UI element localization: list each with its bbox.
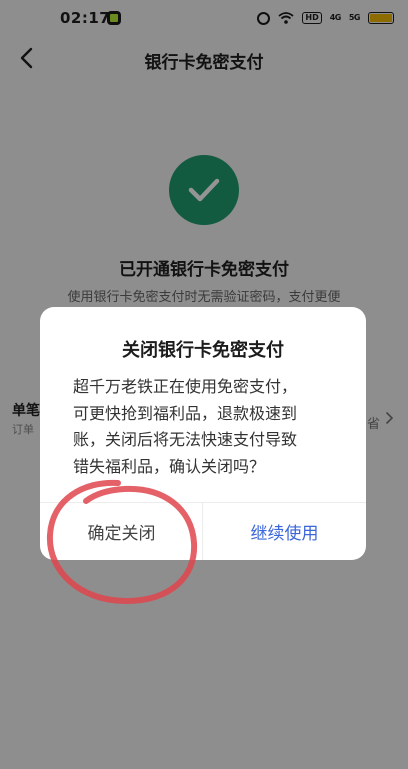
red-annotation-circle	[46, 479, 198, 605]
dialog-title: 关闭银行卡免密支付	[122, 340, 284, 361]
dialog-message: 超千万老铁正在使用免密支付， 可更快抢到福利品，退款极速到 账，关闭后将无法快速…	[73, 374, 335, 480]
continue-using-button[interactable]: 继续使用	[203, 503, 366, 560]
dialog-message-line: 超千万老铁正在使用免密支付，	[73, 377, 298, 396]
dialog-message-line: 账，关闭后将无法快速支付导致	[73, 430, 298, 449]
dialog-message-line: 可更快抢到福利品，退款极速到	[73, 403, 298, 423]
